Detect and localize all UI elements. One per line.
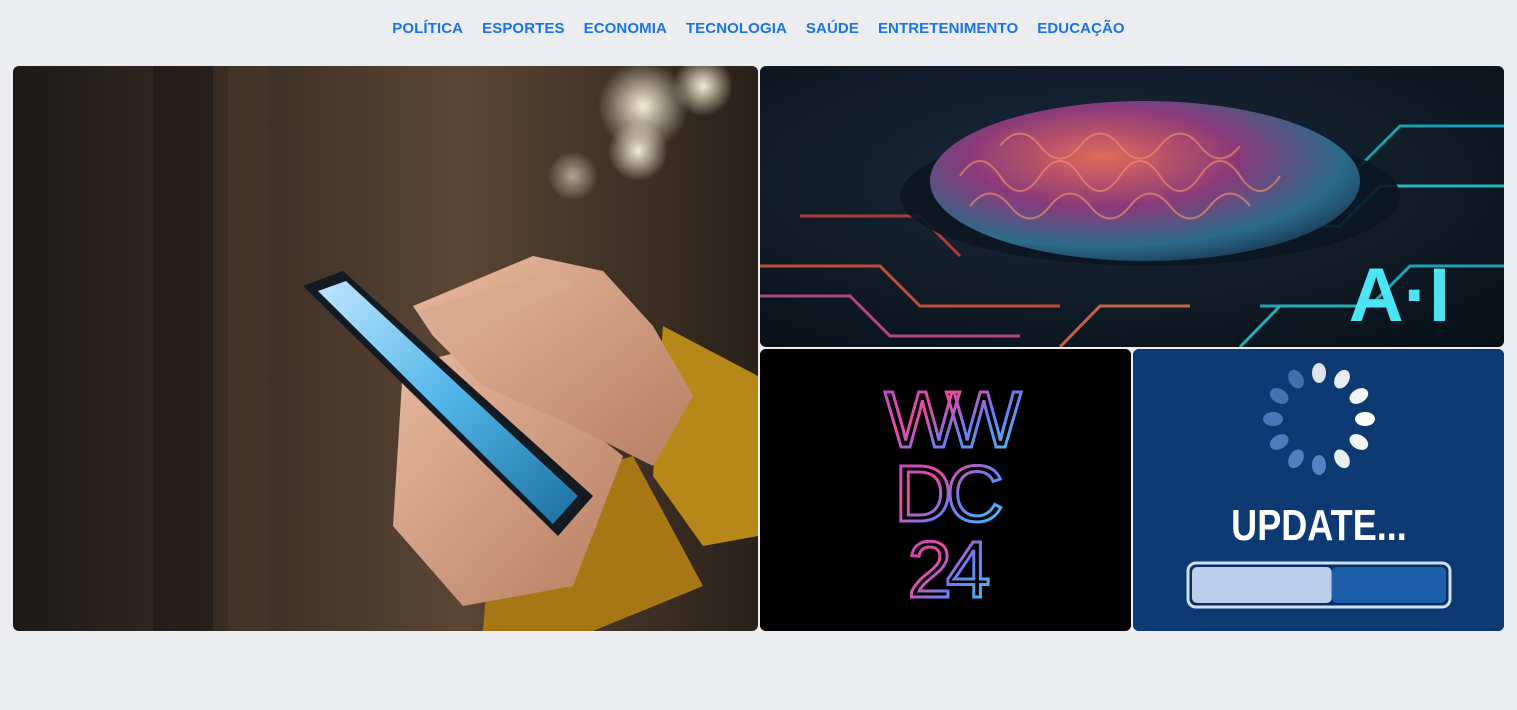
nav-link-educacao[interactable]: EDUCAÇÃO bbox=[1037, 20, 1124, 37]
news-tile-wwdc24[interactable]: WW DC 24 bbox=[760, 349, 1131, 631]
update-label: UPDATE... bbox=[1231, 501, 1407, 550]
category-nav: POLÍTICA ESPORTES ECONOMIA TECNOLOGIA SA… bbox=[0, 0, 1517, 56]
spinner-dot bbox=[1263, 412, 1283, 426]
progress-bar-remaining bbox=[1331, 567, 1446, 603]
nav-link-esportes[interactable]: ESPORTES bbox=[482, 20, 565, 37]
progress-bar-fill bbox=[1192, 567, 1332, 603]
update-progress-image: UPDATE... bbox=[1133, 349, 1504, 631]
nav-link-economia[interactable]: ECONOMIA bbox=[584, 20, 667, 37]
spinner-dot bbox=[1312, 455, 1326, 475]
wwdc24-logo-image: WW DC 24 bbox=[760, 349, 1131, 631]
nav-link-politica[interactable]: POLÍTICA bbox=[392, 20, 463, 37]
nav-link-entretenimento[interactable]: ENTRETENIMENTO bbox=[878, 20, 1018, 37]
ai-overlay-text: A·I bbox=[1349, 253, 1450, 338]
spinner-dot bbox=[1312, 363, 1326, 383]
nav-link-saude[interactable]: SAÚDE bbox=[806, 20, 859, 37]
news-tile-ai[interactable]: A·I bbox=[760, 66, 1504, 347]
nav-link-tecnologia[interactable]: TECNOLOGIA bbox=[686, 20, 787, 37]
smartphone-hands-image bbox=[13, 66, 758, 631]
wwdc-line-24: 24 bbox=[908, 525, 989, 614]
spinner-dot bbox=[1355, 412, 1375, 426]
news-tile-update[interactable]: UPDATE... bbox=[1133, 349, 1504, 631]
news-tile-smartphone[interactable] bbox=[13, 66, 758, 631]
ai-brain-circuit-image: A·I bbox=[760, 66, 1504, 347]
